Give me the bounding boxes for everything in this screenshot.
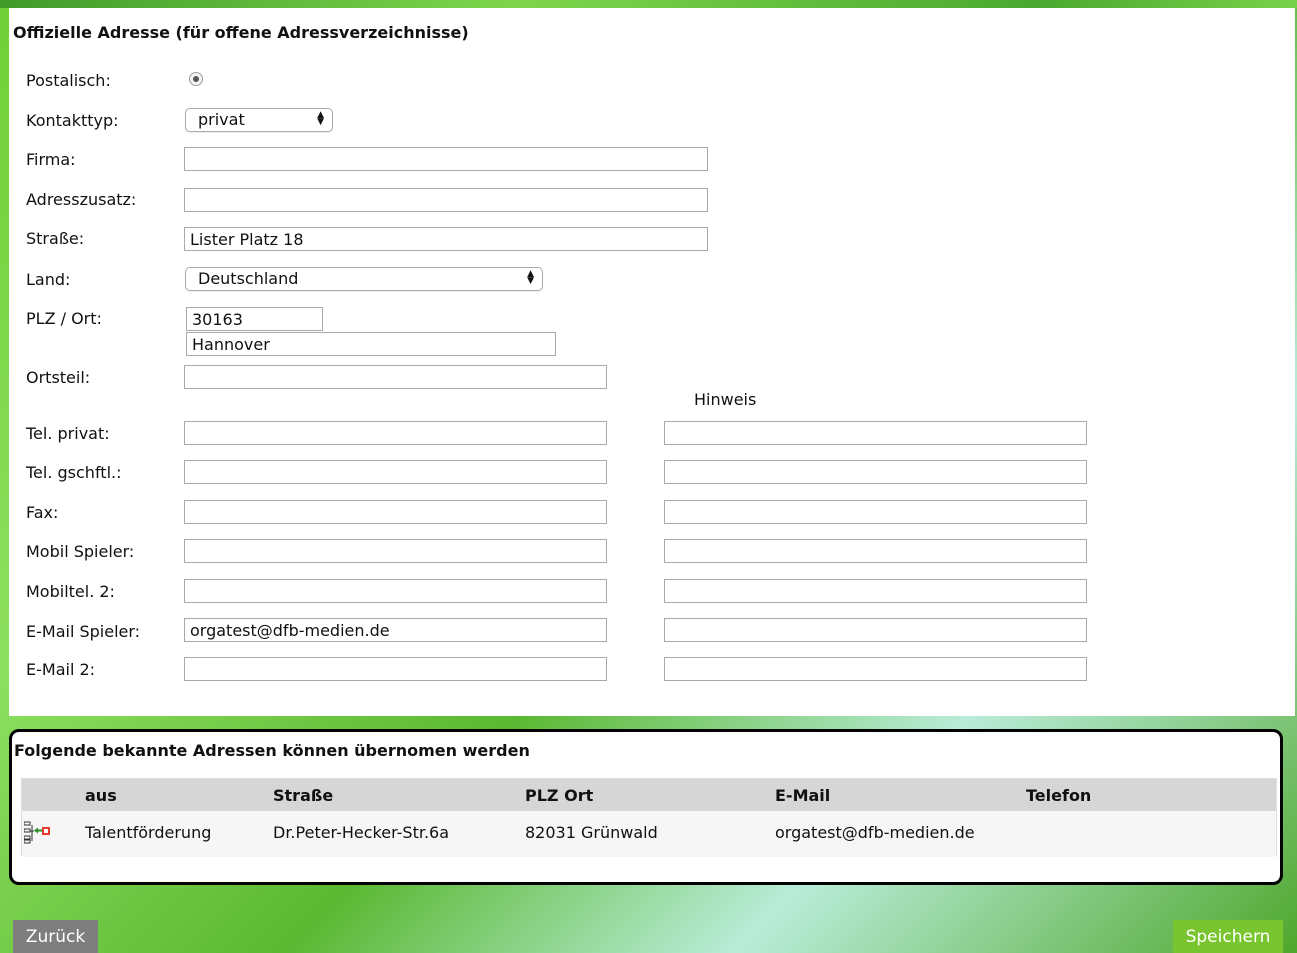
adopt-address-icon[interactable] bbox=[23, 821, 50, 849]
contact-type-value: privat bbox=[198, 110, 245, 129]
contact-type-select[interactable]: privat ▲ ▼ bbox=[185, 108, 333, 132]
email2-input[interactable] bbox=[184, 657, 607, 681]
country-label: Land: bbox=[26, 270, 71, 289]
cell-street: Dr.Peter-Hecker-Str.6a bbox=[273, 823, 450, 842]
cell-zip-city: 82031 Grünwald bbox=[525, 823, 658, 842]
tel-business-label: Tel. gschftl.: bbox=[26, 463, 122, 482]
fax-hint-input[interactable] bbox=[664, 500, 1087, 524]
known-addresses-panel: Folgende bekannte Adressen können überno… bbox=[9, 729, 1283, 885]
zip-city-label: PLZ / Ort: bbox=[26, 309, 102, 328]
known-addresses-title: Folgende bekannte Adressen können überno… bbox=[14, 741, 530, 760]
email2-hint-input[interactable] bbox=[664, 657, 1087, 681]
select-arrows-icon: ▲ ▼ bbox=[527, 269, 534, 286]
country-select[interactable]: Deutschland ▲ ▼ bbox=[185, 267, 543, 291]
save-button[interactable]: Speichern bbox=[1173, 920, 1283, 953]
city-input[interactable] bbox=[186, 332, 556, 356]
email2-label: E-Mail 2: bbox=[26, 660, 96, 679]
column-header-email: E-Mail bbox=[775, 786, 831, 805]
contact-type-label: Kontakttyp: bbox=[26, 111, 119, 130]
zip-input[interactable] bbox=[186, 307, 323, 331]
email-player-hint-input[interactable] bbox=[664, 618, 1087, 642]
district-input[interactable] bbox=[184, 365, 607, 389]
fax-input[interactable] bbox=[184, 500, 607, 524]
street-label: Straße: bbox=[26, 229, 85, 248]
column-header-phone: Telefon bbox=[1026, 786, 1092, 805]
mobile-player-input[interactable] bbox=[184, 539, 607, 563]
company-label: Firma: bbox=[26, 150, 76, 169]
mobile2-label: Mobiltel. 2: bbox=[26, 582, 115, 601]
company-input[interactable] bbox=[184, 147, 708, 171]
email-player-input[interactable] bbox=[184, 618, 607, 642]
official-address-form: Offizielle Adresse (für offene Adressver… bbox=[9, 8, 1295, 716]
fax-label: Fax: bbox=[26, 503, 59, 522]
mobile-player-label: Mobil Spieler: bbox=[26, 542, 135, 561]
postal-radio[interactable] bbox=[189, 72, 203, 86]
tel-private-input[interactable] bbox=[184, 421, 607, 445]
back-button[interactable]: Zurück bbox=[13, 920, 98, 953]
district-label: Ortsteil: bbox=[26, 368, 91, 387]
column-header-street: Straße bbox=[273, 786, 334, 805]
country-value: Deutschland bbox=[198, 269, 299, 288]
cell-source: Talentförderung bbox=[85, 823, 212, 842]
address-suffix-input[interactable] bbox=[184, 188, 708, 212]
mobile2-input[interactable] bbox=[184, 579, 607, 603]
email-player-label: E-Mail Spieler: bbox=[26, 622, 141, 641]
street-input[interactable] bbox=[184, 227, 708, 251]
table-header-row: aus Straße PLZ Ort E-Mail Telefon bbox=[22, 779, 1276, 811]
mobile2-hint-input[interactable] bbox=[664, 579, 1087, 603]
address-suffix-label: Adresszusatz: bbox=[26, 190, 137, 209]
tel-private-label: Tel. privat: bbox=[26, 424, 110, 443]
section-title: Offizielle Adresse (für offene Adressver… bbox=[13, 23, 469, 42]
hint-column-header: Hinweis bbox=[694, 390, 757, 409]
mobile-player-hint-input[interactable] bbox=[664, 539, 1087, 563]
select-arrows-icon: ▲ ▼ bbox=[317, 110, 324, 127]
tel-business-hint-input[interactable] bbox=[664, 460, 1087, 484]
table-row[interactable]: Talentförderung Dr.Peter-Hecker-Str.6a 8… bbox=[22, 811, 1276, 857]
cell-email: orgatest@dfb-medien.de bbox=[775, 823, 975, 842]
column-header-zip-city: PLZ Ort bbox=[525, 786, 594, 805]
tel-private-hint-input[interactable] bbox=[664, 421, 1087, 445]
tel-business-input[interactable] bbox=[184, 460, 607, 484]
known-addresses-table: aus Straße PLZ Ort E-Mail Telefon Talent… bbox=[21, 778, 1277, 857]
postal-label: Postalisch: bbox=[26, 71, 111, 90]
postal-radio-dot bbox=[193, 76, 199, 82]
column-header-source: aus bbox=[85, 786, 117, 805]
top-gradient-band bbox=[0, 0, 1297, 8]
